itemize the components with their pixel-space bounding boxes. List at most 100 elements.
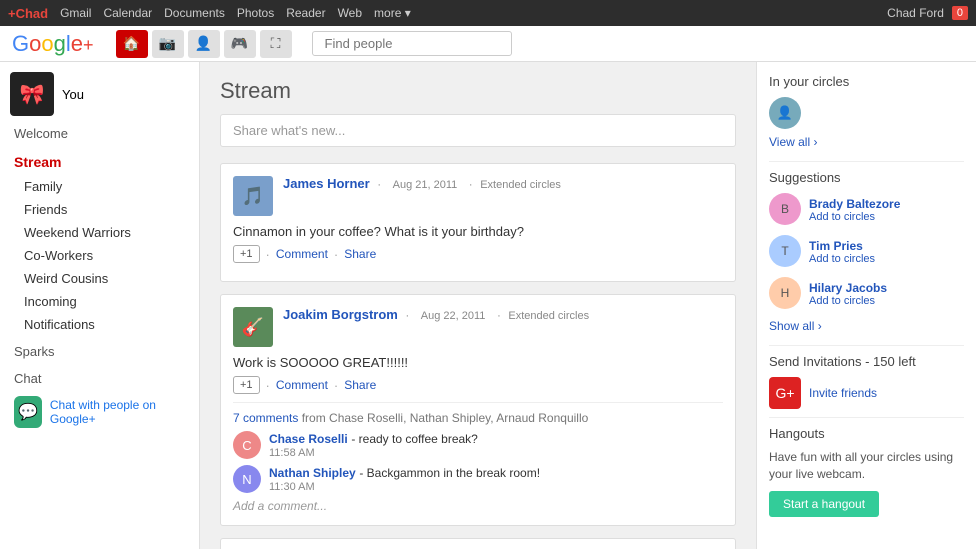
plusone-btn-2[interactable]: +1 (233, 376, 260, 394)
add-circles-3[interactable]: Add to circles (809, 295, 887, 307)
show-all-suggestions[interactable]: Show all › (769, 319, 964, 333)
chat-link[interactable]: Chat with people on Google+ (50, 398, 185, 426)
post-avatar-2: 🎸 (233, 307, 273, 347)
comment-text-2: - Backgammon in the break room! (359, 466, 540, 480)
add-comment-2[interactable]: Add a comment... (233, 499, 723, 513)
nav-documents[interactable]: Documents (164, 6, 225, 20)
comment-2: N Nathan Shipley - Backgammon in the bre… (233, 465, 723, 493)
find-people-input[interactable] (312, 31, 512, 56)
stream-title: Stream (220, 78, 736, 104)
post-header-2: 🎸 Joakim Borgstrom · Aug 22, 2011 · Exte… (233, 307, 723, 347)
gplus-logo: Google+ (12, 31, 94, 57)
share-link-1[interactable]: Share (344, 247, 376, 261)
home-icon-btn[interactable]: 🏠 (116, 30, 148, 58)
invite-link[interactable]: Invite friends (809, 386, 877, 400)
hangouts-title: Hangouts (769, 426, 964, 441)
comments-count-link[interactable]: 7 comments (233, 411, 298, 425)
stream-area: Stream Share what's new... 🎵 James Horne… (200, 62, 756, 549)
plusone-btn-1[interactable]: +1 (233, 245, 260, 263)
share-link-2[interactable]: Share (344, 378, 376, 392)
comment-link-1[interactable]: Comment (276, 247, 328, 261)
sidebar-item-weird-cousins[interactable]: Weird Cousins (0, 267, 199, 290)
sidebar-item-incoming[interactable]: Incoming (0, 290, 199, 313)
post-sep-1: · (469, 179, 473, 191)
sidebar-item-notifications[interactable]: Notifications (0, 313, 199, 336)
suggestion-3: H Hilary Jacobs Add to circles (769, 277, 964, 309)
nav-web[interactable]: Web (338, 6, 362, 20)
profile-icon-btn[interactable]: 👤 (188, 30, 220, 58)
add-circles-2[interactable]: Add to circles (809, 253, 875, 265)
comment-author-2[interactable]: Nathan Shipley (269, 466, 356, 480)
divider-1 (769, 161, 964, 162)
post-sep-2b: · (497, 310, 501, 322)
post-meta-2: Joakim Borgstrom · Aug 22, 2011 · Extend… (283, 307, 723, 322)
top-navigation: +Chad Gmail Calendar Documents Photos Re… (0, 0, 976, 26)
nav-more[interactable]: more ▾ (374, 6, 411, 20)
suggestion-1: B Brady Baltezore Add to circles (769, 193, 964, 225)
comments-section-2: 7 comments from Chase Roselli, Nathan Sh… (233, 402, 723, 513)
top-nav-right: Chad Ford 0 (887, 6, 968, 20)
suggestion-avatar-3: H (769, 277, 801, 309)
comment-text-1: - ready to coffee break? (351, 432, 478, 446)
post-author-2[interactable]: Joakim Borgstrom (283, 307, 398, 322)
top-nav-username[interactable]: Chad Ford (887, 6, 944, 20)
nav-photos[interactable]: Photos (237, 6, 274, 20)
sidebar-item-family[interactable]: Family (0, 175, 199, 198)
expand-icon-btn[interactable]: ⛶ (260, 30, 292, 58)
suggestion-name-2[interactable]: Tim Pries (809, 239, 863, 253)
post-actions-2: +1 · Comment · Share (233, 376, 723, 394)
hangouts-text: Have fun with all your circles using you… (769, 449, 964, 483)
suggestion-info-2: Tim Pries Add to circles (809, 238, 875, 265)
games-icon-btn[interactable]: 🎮 (224, 30, 256, 58)
hangouts-section: Hangouts Have fun with all your circles … (769, 426, 964, 517)
comment-avatar-1: C (233, 431, 261, 459)
sidebar-item-friends[interactable]: Friends (0, 198, 199, 221)
top-nav-left: +Chad Gmail Calendar Documents Photos Re… (8, 6, 411, 21)
post-avatar-1: 🎵 (233, 176, 273, 216)
sidebar-item-co-workers[interactable]: Co-Workers (0, 244, 199, 267)
comment-avatar-2: N (233, 465, 261, 493)
invite-item: G+ Invite friends (769, 377, 964, 409)
post-author-1[interactable]: James Horner (283, 176, 370, 191)
sidebar-welcome: Welcome (0, 126, 199, 149)
sidebar-item-weekend-warriors[interactable]: Weekend Warriors (0, 221, 199, 244)
toolbar-icons: 🏠 📷 👤 🎮 ⛶ (116, 30, 292, 58)
share-box[interactable]: Share what's new... (220, 114, 736, 147)
circles-avatar-1: 👤 (769, 97, 801, 129)
post-card-2: 🎸 Joakim Borgstrom · Aug 22, 2011 · Exte… (220, 294, 736, 526)
post-date-2: Aug 22, 2011 (421, 310, 486, 322)
divider-3 (769, 417, 964, 418)
notification-count[interactable]: 0 (952, 6, 968, 20)
post-date-1: Aug 21, 2011 (393, 179, 458, 191)
invite-icon: G+ (769, 377, 801, 409)
photo-icon-btn[interactable]: 📷 (152, 30, 184, 58)
nav-reader[interactable]: Reader (286, 6, 325, 20)
post-meta-1: James Horner · Aug 21, 2011 · Extended c… (283, 176, 723, 191)
sidebar-user: 🎀 You (0, 72, 199, 126)
post-circle-2: Extended circles (508, 310, 589, 322)
start-hangout-btn[interactable]: Start a hangout (769, 491, 879, 517)
post-card-3: 🎤 Timothy Pries · Aug 21, 2011 · Extende… (220, 538, 736, 549)
comment-link-2[interactable]: Comment (276, 378, 328, 392)
suggestion-name-3[interactable]: Hilary Jacobs (809, 281, 887, 295)
suggestion-name-1[interactable]: Brady Baltezore (809, 197, 900, 211)
sidebar-stream-link[interactable]: Stream (0, 149, 199, 175)
suggestion-avatar-1: B (769, 193, 801, 225)
post-sep-2a: · (406, 310, 410, 322)
brand-link[interactable]: +Chad (8, 6, 48, 21)
divider-2 (769, 345, 964, 346)
chat-icon: 💬 (14, 396, 42, 428)
gplus-toolbar: Google+ 🏠 📷 👤 🎮 ⛶ (0, 26, 976, 62)
nav-calendar[interactable]: Calendar (103, 6, 152, 20)
post-header-1: 🎵 James Horner · Aug 21, 2011 · Extended… (233, 176, 723, 216)
suggestion-info-1: Brady Baltezore Add to circles (809, 196, 900, 223)
sidebar-chat: 💬 Chat with people on Google+ (0, 390, 199, 434)
invitations-title: Send Invitations - 150 left (769, 354, 964, 369)
comment-body-2: Nathan Shipley - Backgammon in the break… (269, 465, 723, 493)
nav-gmail[interactable]: Gmail (60, 6, 91, 20)
comment-author-1[interactable]: Chase Roselli (269, 432, 348, 446)
user-label: You (62, 87, 84, 102)
circles-preview: 👤 (769, 97, 964, 129)
add-circles-1[interactable]: Add to circles (809, 211, 900, 223)
view-all-circles[interactable]: View all › (769, 135, 964, 149)
